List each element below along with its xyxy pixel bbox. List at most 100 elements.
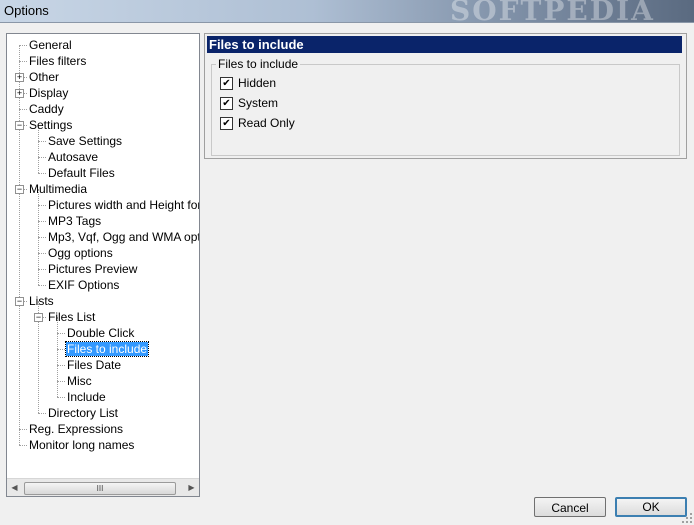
options-group: Files to include ✔ Hidden ✔ System ✔ Rea… xyxy=(211,57,680,156)
tree-item-label[interactable]: Settings xyxy=(28,118,73,132)
scroll-right-icon[interactable]: ▶ xyxy=(185,481,198,494)
tree-item-label[interactable]: Directory List xyxy=(47,406,119,420)
tree-item-label[interactable]: Files Date xyxy=(66,358,122,372)
tree-connector xyxy=(38,413,46,414)
collapse-icon[interactable]: − xyxy=(34,313,43,322)
group-title: Files to include xyxy=(216,57,301,71)
tree-connector xyxy=(38,157,46,158)
tree-item-label[interactable]: Files List xyxy=(47,310,96,324)
tree-item-label[interactable]: Caddy xyxy=(28,102,65,116)
ok-button[interactable]: OK xyxy=(615,497,687,517)
tree-item[interactable]: Pictures width and Height format xyxy=(47,197,199,213)
tree-connector xyxy=(38,269,46,270)
tree-item-label[interactable]: Files filters xyxy=(28,54,87,68)
tree-item[interactable]: Include xyxy=(66,389,107,405)
tree-connector xyxy=(57,349,65,350)
tree-connector xyxy=(19,45,20,445)
expand-icon[interactable]: + xyxy=(15,89,24,98)
resize-grip-icon[interactable] xyxy=(680,511,692,523)
tree-item-label[interactable]: Double Click xyxy=(66,326,135,340)
tree-item[interactable]: Ogg options xyxy=(47,245,114,261)
tree-item-label[interactable]: MP3 Tags xyxy=(47,214,102,228)
tree-item[interactable]: Caddy xyxy=(28,101,65,117)
settings-panel: Files to include Files to include ✔ Hidd… xyxy=(204,33,687,159)
tree-item[interactable]: General xyxy=(28,37,73,53)
tree-item-label[interactable]: Other xyxy=(28,70,60,84)
system-label[interactable]: System xyxy=(238,95,278,111)
hidden-label[interactable]: Hidden xyxy=(238,75,276,91)
tree-connector xyxy=(38,253,46,254)
title-bar: Options SOFTPEDIA xyxy=(0,0,694,27)
tree-item[interactable]: Misc xyxy=(66,373,93,389)
read-only-label[interactable]: Read Only xyxy=(238,115,295,131)
tree-item[interactable]: Pictures Preview xyxy=(47,261,138,277)
tree-connector xyxy=(57,397,65,398)
tree-connector xyxy=(38,285,46,286)
tree-item[interactable]: Display xyxy=(28,85,69,101)
tree-item-label[interactable]: Files to include xyxy=(64,341,150,357)
collapse-icon[interactable]: − xyxy=(15,185,24,194)
tree-item[interactable]: Other xyxy=(28,69,60,85)
tree-item[interactable]: Default Files xyxy=(47,165,116,181)
tree-item[interactable]: Monitor long names xyxy=(28,437,135,453)
tree-item[interactable]: Files filters xyxy=(28,53,87,69)
tree-connector xyxy=(38,205,46,206)
tree-connector xyxy=(19,109,27,110)
checkmark-icon[interactable]: ✔ xyxy=(220,117,233,130)
expand-icon[interactable]: + xyxy=(15,73,24,82)
tree-item[interactable]: Directory List xyxy=(47,405,119,421)
tree-item-label[interactable]: Display xyxy=(28,86,69,100)
tree-view[interactable]: General Files filters Other + Display + Caddy S… xyxy=(7,34,199,479)
tree-connector xyxy=(38,141,46,142)
tree-connector xyxy=(38,221,46,222)
tree-connector xyxy=(19,445,27,446)
window-title: Options xyxy=(4,3,49,18)
horizontal-scrollbar[interactable]: ◀ III ▶ xyxy=(7,478,199,496)
tree-connector xyxy=(19,45,27,46)
tree-item-label[interactable]: Save Settings xyxy=(47,134,123,148)
tree-item-label[interactable]: Include xyxy=(66,390,107,404)
tree-connector xyxy=(57,381,65,382)
tree-item-label[interactable]: General xyxy=(28,38,73,52)
tree-item-label[interactable]: Reg. Expressions xyxy=(28,422,124,436)
tree-item[interactable]: Autosave xyxy=(47,149,99,165)
tree-item[interactable]: Reg. Expressions xyxy=(28,421,124,437)
tree-item-label[interactable]: Mp3, Vqf, Ogg and WMA options xyxy=(47,230,199,244)
tree-item-label[interactable]: EXIF Options xyxy=(47,278,120,292)
dialog-client-area: General Files filters Other + Display + Caddy S… xyxy=(0,22,694,525)
tree-item[interactable]: EXIF Options xyxy=(47,277,120,293)
tree-item-label[interactable]: Misc xyxy=(66,374,93,388)
tree-connector xyxy=(38,237,46,238)
panel-header: Files to include xyxy=(207,36,682,53)
tree-item[interactable]: Files Date xyxy=(66,357,122,373)
tree-item-label[interactable]: Ogg options xyxy=(47,246,114,260)
tree-item-label[interactable]: Pictures width and Height format xyxy=(47,198,199,212)
tree-item[interactable]: Settings xyxy=(28,117,73,133)
tree-item[interactable]: Files List xyxy=(47,309,96,325)
tree-connector xyxy=(57,365,65,366)
checkmark-icon[interactable]: ✔ xyxy=(220,97,233,110)
tree-item-label[interactable]: Multimedia xyxy=(28,182,88,196)
tree-item-label[interactable]: Pictures Preview xyxy=(47,262,138,276)
cancel-button[interactable]: Cancel xyxy=(534,497,606,517)
tree-item[interactable]: Save Settings xyxy=(47,133,123,149)
collapse-icon[interactable]: − xyxy=(15,121,24,130)
tree-item[interactable]: Files to include xyxy=(64,341,150,357)
tree-item[interactable]: MP3 Tags xyxy=(47,213,102,229)
checkmark-icon[interactable]: ✔ xyxy=(220,77,233,90)
options-tree[interactable]: General Files filters Other + Display + Caddy S… xyxy=(6,33,200,497)
tree-item[interactable]: Lists xyxy=(28,293,55,309)
tree-connector xyxy=(57,333,65,334)
tree-connector xyxy=(38,173,46,174)
scroll-thumb[interactable]: III xyxy=(24,482,176,495)
tree-item-label[interactable]: Lists xyxy=(28,294,55,308)
tree-item-label[interactable]: Monitor long names xyxy=(28,438,135,452)
tree-item-label[interactable]: Default Files xyxy=(47,166,116,180)
tree-item[interactable]: Double Click xyxy=(66,325,135,341)
tree-item[interactable]: Multimedia xyxy=(28,181,88,197)
tree-item[interactable]: Mp3, Vqf, Ogg and WMA options xyxy=(47,229,199,245)
collapse-icon[interactable]: − xyxy=(15,297,24,306)
tree-connector xyxy=(19,429,27,430)
tree-item-label[interactable]: Autosave xyxy=(47,150,99,164)
scroll-left-icon[interactable]: ◀ xyxy=(8,481,21,494)
